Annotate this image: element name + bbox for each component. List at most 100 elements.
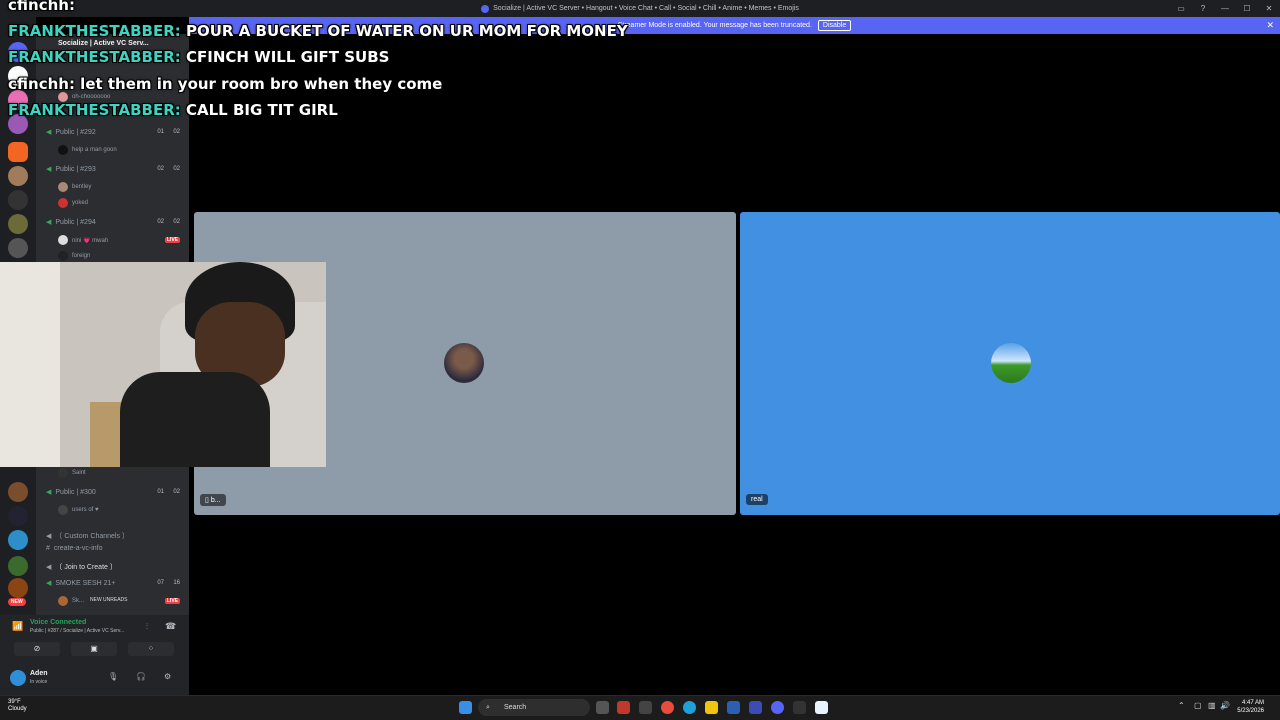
user-status: In voice [30, 679, 48, 685]
voice-user[interactable]: bentley [58, 182, 188, 192]
chrome-icon[interactable] [661, 701, 674, 714]
taskbar-search[interactable]: ⌕ Search [478, 699, 590, 716]
username[interactable]: Aden [30, 670, 48, 677]
start-icon[interactable] [459, 701, 472, 714]
speaker-icon: ◀ [46, 533, 52, 540]
voice-channel-300[interactable]: ◀ Public | #300 01 02 [46, 488, 186, 497]
task-view-icon[interactable] [596, 701, 609, 714]
disable-button[interactable]: Disable [817, 20, 852, 31]
settings-gear-icon[interactable]: ⚙ [164, 672, 171, 681]
voice-channel-smoke-sesh[interactable]: ◀ SMOKE SESH 21+ 07 16 [46, 579, 186, 588]
avatar [58, 145, 68, 155]
voice-channel-292[interactable]: ◀ Public | #292 01 02 [46, 128, 186, 137]
avatar [58, 596, 68, 606]
server-icon-9[interactable] [8, 238, 28, 258]
search-icon: ⌕ [486, 704, 490, 711]
server-icon-8[interactable] [8, 214, 28, 234]
disconnect-icon[interactable]: ☎ [165, 621, 176, 632]
phone-icon: ▯ [205, 497, 209, 504]
maximize-button[interactable]: ☐ [1236, 4, 1258, 13]
new-badge[interactable]: NEW [8, 598, 26, 606]
weather-widget[interactable]: 39°F Cloudy [8, 699, 27, 713]
activities-button[interactable]: ⁘ [128, 642, 174, 656]
close-icon[interactable]: ✕ [1266, 20, 1274, 31]
signal-icon[interactable]: 📶 [12, 621, 23, 632]
participant-name-tag: real [746, 494, 768, 505]
server-name[interactable]: Socialize | Active VC Serv... [58, 40, 149, 47]
help-icon[interactable]: ? [1192, 4, 1214, 13]
camera-button[interactable]: ⊘ [14, 642, 60, 656]
server-icon-14[interactable] [8, 578, 28, 598]
minimize-button[interactable]: — [1214, 4, 1236, 13]
participant-avatar [991, 343, 1031, 383]
edge-icon[interactable] [683, 701, 696, 714]
screen-share-button[interactable]: ▣ [71, 642, 117, 656]
noise-suppression-icon[interactable]: ⫶ [146, 622, 148, 632]
app-icon[interactable] [815, 701, 828, 714]
server-icon-10[interactable] [8, 482, 28, 502]
live-badge: LIVE [164, 237, 180, 243]
app-icon[interactable] [749, 701, 762, 714]
avatar [58, 505, 68, 515]
network-icon[interactable]: ▥ [1208, 701, 1216, 710]
server-icon-13[interactable] [8, 556, 28, 576]
speaker-icon: ◀ [46, 166, 52, 173]
join-to-create-channel[interactable]: ◀ 〔 Join to Create 〕 [46, 562, 186, 572]
avatar[interactable] [10, 670, 26, 686]
speaker-icon: ◀ [46, 580, 52, 587]
voice-channel-294[interactable]: ◀ Public | #294 02 02 [46, 218, 186, 227]
inbox-icon[interactable]: ▭ [1170, 4, 1192, 13]
participant-name-tag: ▯ b... [200, 494, 226, 506]
avatar [58, 198, 68, 208]
tray-chevron-icon[interactable]: ⌃ [1178, 701, 1185, 710]
voice-user[interactable]: users of ♥ [58, 505, 188, 515]
server-icon-5[interactable] [8, 142, 28, 162]
app-icon[interactable] [639, 701, 652, 714]
avatar [58, 251, 68, 261]
tray-app-icon[interactable]: ▢ [1194, 701, 1202, 710]
voice-user[interactable]: help a man goon [58, 145, 188, 155]
server-icon-11[interactable] [8, 506, 28, 526]
obs-icon[interactable] [793, 701, 806, 714]
chat-overlay-line: FRANKTHESTABBER: CALL BIG TIT GIRL [8, 101, 338, 119]
server-icon-6[interactable] [8, 166, 28, 186]
text-channel-create-a-vc-info[interactable]: # create-a-vc-info [46, 545, 186, 552]
speaker-icon: ◀ [46, 489, 52, 496]
app-icon[interactable] [617, 701, 630, 714]
voice-user[interactable]: nini 💗 mwah LIVE [58, 235, 188, 245]
user-panel [0, 663, 189, 695]
participant-avatar [444, 343, 484, 383]
server-icon-12[interactable] [8, 530, 28, 550]
avatar [58, 235, 68, 245]
volume-icon[interactable]: 🔊 [1220, 701, 1230, 710]
voice-channel-293[interactable]: ◀ Public | #293 02 02 [46, 165, 186, 174]
chat-overlay-line: cfinchh: [8, 0, 75, 14]
server-icon [481, 4, 490, 13]
discord-icon[interactable] [771, 701, 784, 714]
category-custom-channels[interactable]: ◀ 〔 Custom Channels 〕 [46, 531, 186, 541]
voice-status[interactable]: Voice Connected [30, 619, 86, 626]
voice-user[interactable]: Saint [58, 468, 188, 478]
file-explorer-icon[interactable] [705, 701, 718, 714]
app-icon[interactable] [727, 701, 740, 714]
chat-overlay-line: FRANKTHESTABBER: POUR A BUCKET OF WATER … [8, 22, 628, 40]
microphone-icon[interactable]: 🎙 [108, 672, 118, 681]
voice-user[interactable]: yoked [58, 198, 188, 208]
window-titlebar: Socialize | Active VC Server • Hangout •… [0, 0, 1280, 17]
speaker-icon: ◀ [46, 129, 52, 136]
clock[interactable]: 4:47 AM 5/23/2026 [1237, 699, 1264, 715]
live-badge: LIVE [164, 598, 180, 604]
server-icon-7[interactable] [8, 190, 28, 210]
voice-location[interactable]: Public | #287 / Socialize | Active VC Se… [30, 628, 124, 634]
chat-overlay-line: FRANKTHESTABBER: CFINCH WILL GIFT SUBS [8, 48, 390, 66]
close-button[interactable]: ✕ [1258, 4, 1280, 13]
speaker-icon: ◀ [46, 564, 52, 571]
voice-user[interactable]: foreign [58, 251, 188, 261]
headphones-icon[interactable]: 🎧 [136, 672, 146, 681]
avatar [58, 182, 68, 192]
speaker-icon: ◀ [46, 219, 52, 226]
hash-icon: # [46, 545, 50, 552]
new-unreads-pill[interactable]: NEW UNREADS [86, 596, 132, 604]
chat-overlay-line: cfinchh: let them in your room bro when … [8, 75, 443, 93]
webcam-overlay [0, 262, 326, 467]
